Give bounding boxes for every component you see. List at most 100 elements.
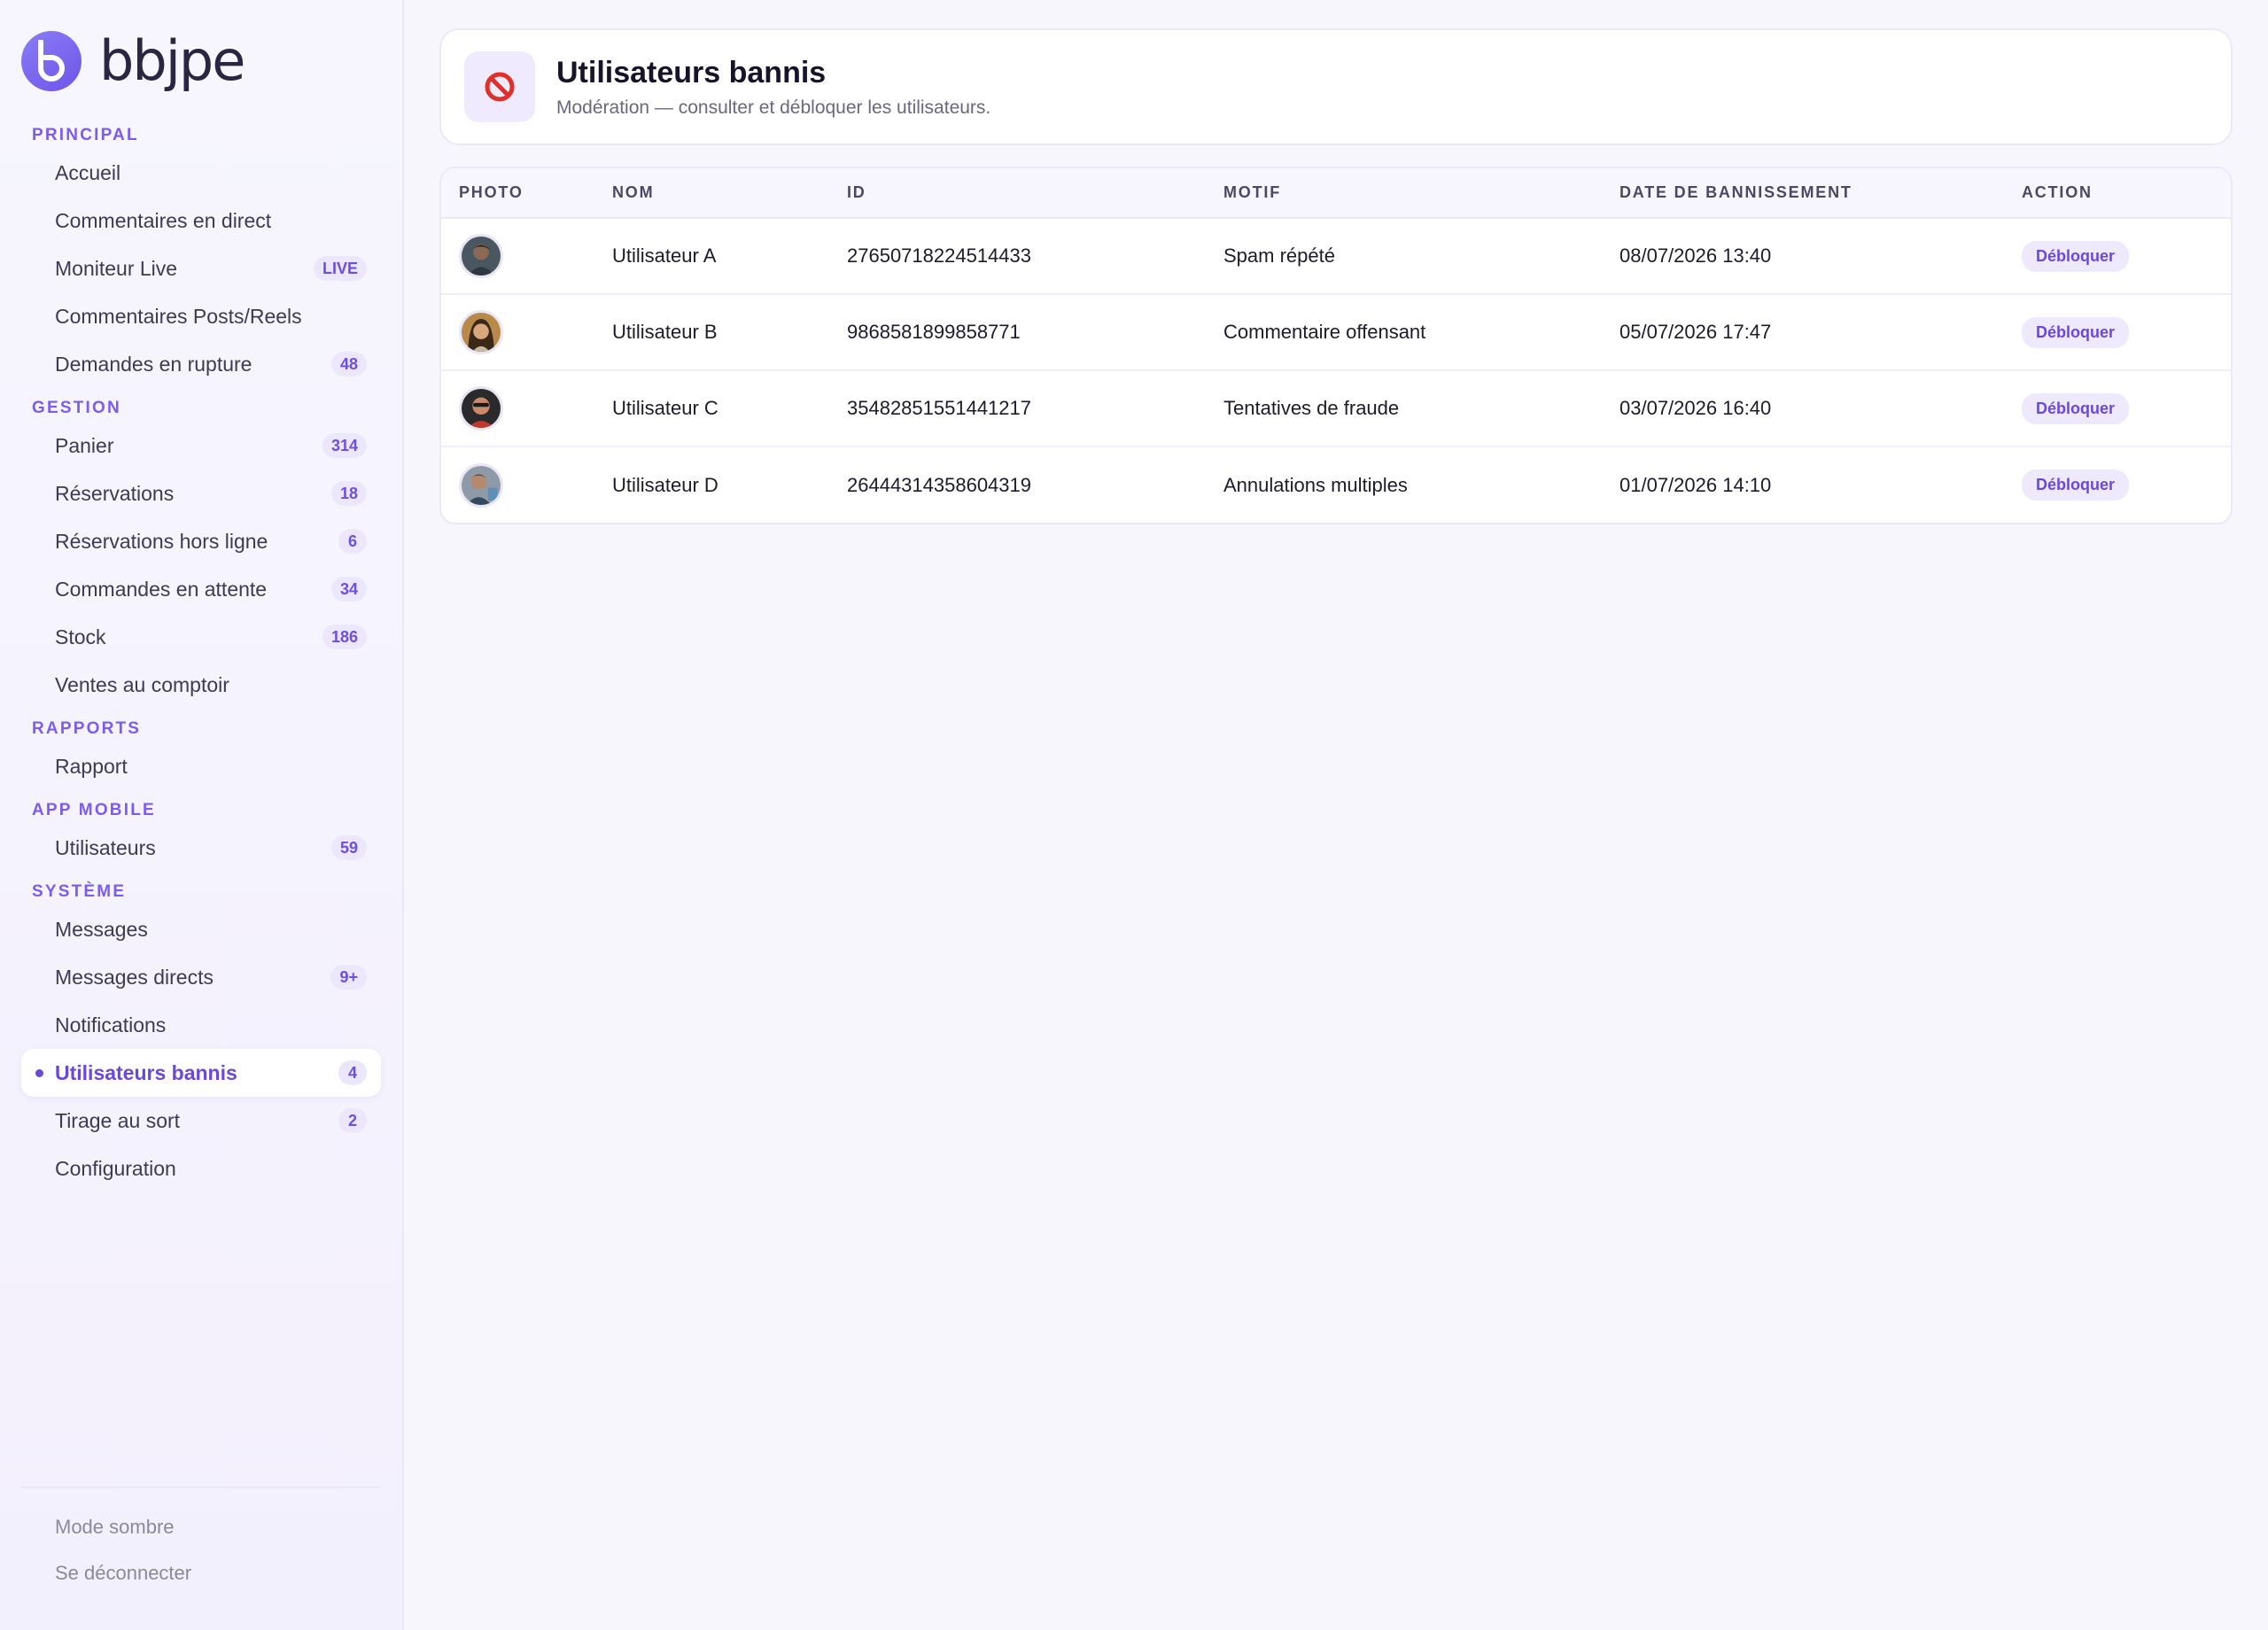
reason-cell: Annulations multiples (1223, 473, 1408, 496)
count-badge: 18 (330, 481, 367, 506)
date-cell: 05/07/2026 17:47 (1619, 321, 1772, 343)
sidebar-item-label: Accueil (55, 160, 121, 184)
sidebar-item-configuration[interactable]: Configuration (21, 1145, 381, 1192)
header-text: Utilisateurs bannis Modération — consult… (556, 56, 990, 119)
sidebar-item-utilisateurs[interactable]: Utilisateurs 59 (21, 824, 381, 872)
sidebar-item-moniteur-live[interactable]: Moniteur Live LIVE (21, 244, 381, 292)
sidebar-item-label: Stock (55, 625, 106, 648)
count-badge: 4 (338, 1060, 367, 1085)
nav-section-rapports: RAPPORTS Rapport (21, 716, 381, 790)
sidebar-item-commentaires-en-direct[interactable]: Commentaires en direct (21, 197, 381, 244)
name-cell: Utilisateur B (612, 321, 718, 343)
photo-cell (441, 446, 594, 523)
sidebar-item-reservations-hors-ligne[interactable]: Réservations hors ligne 6 (21, 517, 381, 565)
sidebar-item-messages[interactable]: Messages (21, 905, 381, 953)
count-badge: 2 (338, 1108, 367, 1133)
sidebar-item-label: Utilisateurs bannis (55, 1060, 237, 1084)
sidebar-item-label: Moniteur Live (55, 256, 178, 280)
sidebar-item-utilisateurs-bannis[interactable]: Utilisateurs bannis 4 (21, 1049, 381, 1097)
sidebar-item-stock[interactable]: Stock 186 (21, 613, 381, 661)
sidebar-item-label: Commandes en attente (55, 577, 268, 601)
action-cell: Débloquer (2004, 370, 2231, 446)
unban-button[interactable]: Débloquer (2022, 240, 2130, 272)
photo-cell (441, 218, 594, 294)
unban-button[interactable]: Débloquer (2022, 470, 2130, 501)
count-badge: 186 (322, 625, 367, 649)
sidebar-item-label: Utilisateurs (55, 835, 156, 859)
reason-cell: Commentaire offensant (1223, 321, 1426, 343)
live-badge: LIVE (313, 256, 367, 281)
page-title: Utilisateurs bannis (556, 55, 827, 89)
column-header-photo: PHOTO (459, 183, 524, 201)
nav-section-principal: PRINCIPAL Accueil Commentaires en direct… (21, 122, 381, 388)
app-root: bbjpe PRINCIPAL Accueil Commentaires en … (0, 0, 2268, 1630)
sidebar-item-label: Messages (55, 917, 148, 941)
avatar (459, 462, 503, 508)
unban-button[interactable]: Débloquer (2022, 392, 2130, 424)
prohibited-icon (464, 51, 535, 122)
date-cell: 03/07/2026 16:40 (1619, 397, 1772, 419)
column-header-date: DATE DE BANNISSEMENT (1619, 183, 1852, 201)
sidebar-nav: PRINCIPAL Accueil Commentaires en direct… (21, 122, 381, 1192)
avatar (459, 234, 503, 278)
photo-cell (441, 370, 594, 446)
sidebar-item-label: Notifications (55, 1013, 167, 1036)
action-cell: Débloquer (2004, 218, 2231, 294)
logo[interactable]: bbjpe (21, 0, 381, 122)
nav-section-title: PRINCIPAL (32, 126, 139, 144)
sidebar-item-label: Réservations (55, 481, 175, 505)
sidebar-item-messages-directs[interactable]: Messages directs 9+ (21, 953, 381, 1001)
logo-mark-icon (21, 31, 82, 91)
main-content: Utilisateurs bannis Modération — consult… (404, 0, 2268, 1630)
nav-section-title: RAPPORTS (32, 719, 142, 738)
id-cell: 26444314358604319 (847, 473, 1032, 496)
sidebar-item-tirage-au-sort[interactable]: Tirage au sort 2 (21, 1097, 381, 1145)
name-cell: Utilisateur C (612, 397, 718, 419)
sidebar-item-label: Rapport (55, 754, 128, 778)
avatar (459, 310, 503, 354)
sidebar-item-reservations[interactable]: Réservations 18 (21, 470, 381, 517)
sidebar-item-label: Demandes en rupture (55, 352, 252, 376)
sidebar-item-panier[interactable]: Panier 314 (21, 422, 381, 470)
column-header-action: ACTION (2022, 183, 2093, 201)
banned-users-table: PHOTO NOM ID MOTIF DATE DE BANNISSEMENT … (439, 167, 2233, 524)
sidebar-item-rapport[interactable]: Rapport (21, 742, 381, 790)
page-subtitle: Modération — consulter et débloquer les … (556, 97, 991, 118)
unban-button[interactable]: Débloquer (2022, 316, 2130, 348)
count-badge: 314 (322, 433, 367, 458)
sidebar-item-label: Messages directs (55, 965, 214, 989)
sidebar-item-label: Configuration (55, 1156, 176, 1180)
sidebar-item-commentaires-posts-reels[interactable]: Commentaires Posts/Reels (21, 292, 381, 340)
nav-section-title: APP MOBILE (32, 801, 156, 819)
count-badge: 59 (330, 835, 367, 860)
table-row: Utilisateur B 9868581899858771 Commentai… (441, 294, 2231, 370)
nav-section-systeme: SYSTÈME Messages Messages directs 9+ Not… (21, 879, 381, 1192)
page-header: Utilisateurs bannis Modération — consult… (439, 28, 2233, 145)
brand-name: bbjpe (99, 28, 245, 93)
id-cell: 35482851551441217 (847, 397, 1032, 419)
sidebar: bbjpe PRINCIPAL Accueil Commentaires en … (0, 0, 404, 1630)
column-header-motif: MOTIF (1223, 183, 1281, 201)
name-cell: Utilisateur D (612, 473, 718, 496)
sidebar-item-label: Réservations hors ligne (55, 529, 268, 553)
id-cell: 9868581899858771 (847, 321, 1021, 343)
logout-button[interactable]: Se déconnecter (21, 1550, 381, 1596)
sidebar-item-label: Tirage au sort (55, 1108, 181, 1132)
sidebar-item-label: Panier (55, 433, 114, 457)
sidebar-item-ventes-au-comptoir[interactable]: Ventes au comptoir (21, 661, 381, 709)
date-cell: 08/07/2026 13:40 (1619, 244, 1772, 267)
sidebar-item-commandes-en-attente[interactable]: Commandes en attente 34 (21, 565, 381, 613)
nav-section-gestion: GESTION Panier 314 Réservations 18 Réser… (21, 395, 381, 709)
sidebar-item-accueil[interactable]: Accueil (21, 149, 381, 197)
table-row: Utilisateur C 35482851551441217 Tentativ… (441, 370, 2231, 446)
sidebar-item-notifications[interactable]: Notifications (21, 1001, 381, 1049)
count-badge: 48 (330, 352, 367, 376)
action-cell: Débloquer (2004, 446, 2231, 523)
sidebar-item-label: Ventes au comptoir (55, 672, 229, 696)
action-cell: Débloquer (2004, 294, 2231, 370)
count-badge: 34 (330, 577, 367, 602)
reason-cell: Tentatives de fraude (1223, 397, 1400, 419)
sidebar-item-demandes-en-rupture[interactable]: Demandes en rupture 48 (21, 340, 381, 388)
dark-mode-toggle[interactable]: Mode sombre (21, 1504, 381, 1550)
sidebar-item-label: Commentaires Posts/Reels (55, 304, 302, 328)
